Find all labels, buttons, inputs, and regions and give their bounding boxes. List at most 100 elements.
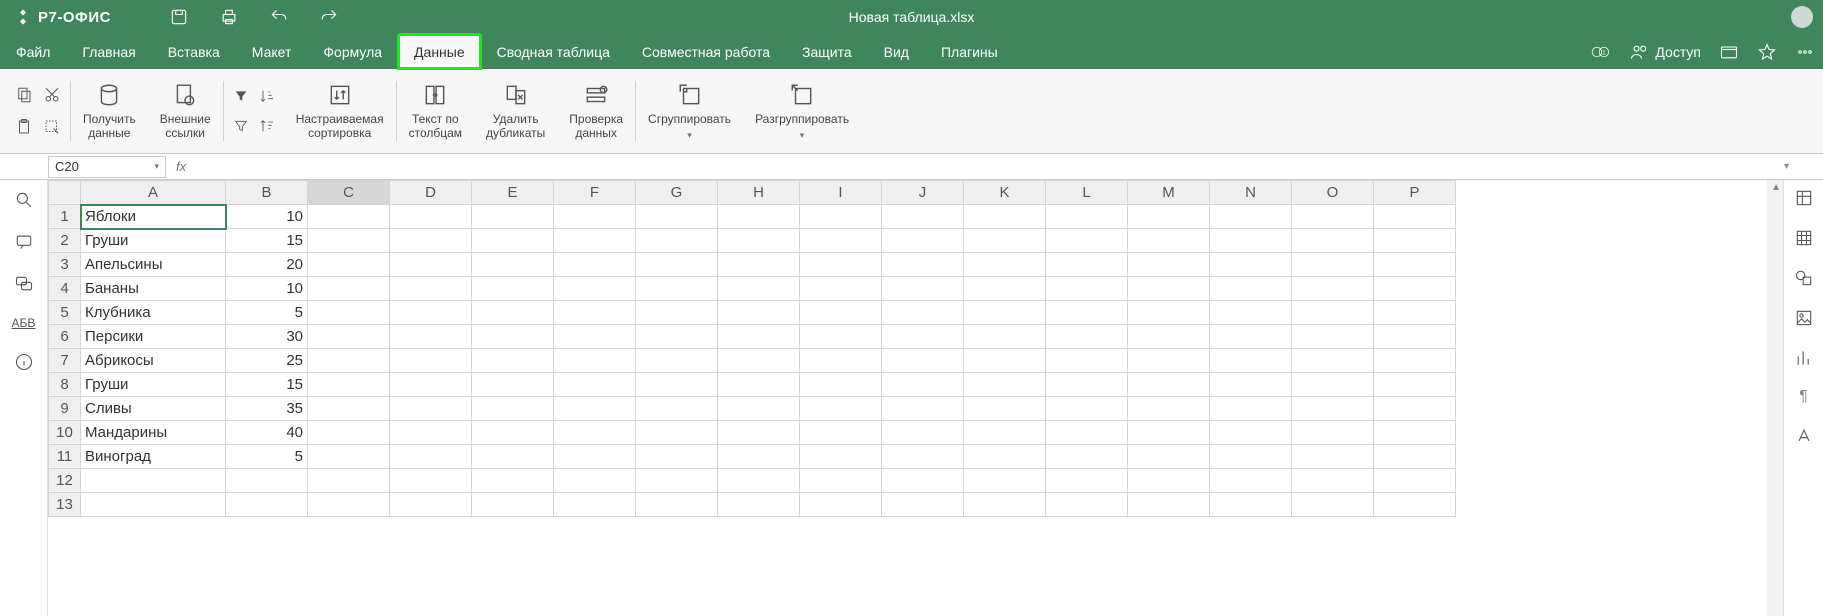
- cell-M2[interactable]: [1128, 229, 1210, 253]
- cell-L12[interactable]: [1046, 469, 1128, 493]
- cell-E4[interactable]: [472, 277, 554, 301]
- cell-A13[interactable]: [81, 493, 226, 517]
- cell-B10[interactable]: 40: [226, 421, 308, 445]
- row-header-1[interactable]: 1: [49, 205, 81, 229]
- cell-N2[interactable]: [1210, 229, 1292, 253]
- data-validation-button[interactable]: Проверка данных: [557, 69, 635, 153]
- cell-F11[interactable]: [554, 445, 636, 469]
- cell-P6[interactable]: [1374, 325, 1456, 349]
- cell-P8[interactable]: [1374, 373, 1456, 397]
- cell-E13[interactable]: [472, 493, 554, 517]
- cell-L9[interactable]: [1046, 397, 1128, 421]
- cut-icon[interactable]: [42, 86, 62, 104]
- cell-C1[interactable]: [308, 205, 390, 229]
- cell-D6[interactable]: [390, 325, 472, 349]
- cell-D10[interactable]: [390, 421, 472, 445]
- cell-E9[interactable]: [472, 397, 554, 421]
- cell-C10[interactable]: [308, 421, 390, 445]
- vertical-scrollbar[interactable]: [1767, 180, 1783, 616]
- cell-N6[interactable]: [1210, 325, 1292, 349]
- notification-badge-icon[interactable]: 1: [1591, 42, 1611, 62]
- cell-C4[interactable]: [308, 277, 390, 301]
- cell-M5[interactable]: [1128, 301, 1210, 325]
- cell-G4[interactable]: [636, 277, 718, 301]
- menu-файл[interactable]: Файл: [0, 34, 66, 69]
- cell-O3[interactable]: [1292, 253, 1374, 277]
- cell-K8[interactable]: [964, 373, 1046, 397]
- cell-L3[interactable]: [1046, 253, 1128, 277]
- cell-I10[interactable]: [800, 421, 882, 445]
- cell-F9[interactable]: [554, 397, 636, 421]
- menu-вид[interactable]: Вид: [868, 34, 925, 69]
- cell-I2[interactable]: [800, 229, 882, 253]
- select-icon[interactable]: [42, 118, 62, 136]
- cell-I6[interactable]: [800, 325, 882, 349]
- cell-I8[interactable]: [800, 373, 882, 397]
- cell-I5[interactable]: [800, 301, 882, 325]
- col-header-G[interactable]: G: [636, 181, 718, 205]
- row-header-6[interactable]: 6: [49, 325, 81, 349]
- cell-I4[interactable]: [800, 277, 882, 301]
- menu-плагины[interactable]: Плагины: [925, 34, 1014, 69]
- custom-sort-button[interactable]: Настраиваемая сортировка: [284, 69, 396, 153]
- col-header-E[interactable]: E: [472, 181, 554, 205]
- col-header-F[interactable]: F: [554, 181, 636, 205]
- expand-formula-bar-icon[interactable]: ▾: [1784, 161, 1789, 172]
- cell-J6[interactable]: [882, 325, 964, 349]
- user-avatar[interactable]: [1791, 6, 1813, 28]
- menu-данные[interactable]: Данные: [398, 34, 481, 69]
- cell-E8[interactable]: [472, 373, 554, 397]
- cell-A10[interactable]: Мандарины: [81, 421, 226, 445]
- sort-asc-icon[interactable]: [258, 88, 276, 104]
- cell-I12[interactable]: [800, 469, 882, 493]
- cell-H11[interactable]: [718, 445, 800, 469]
- cell-H2[interactable]: [718, 229, 800, 253]
- cell-E1[interactable]: [472, 205, 554, 229]
- cell-L5[interactable]: [1046, 301, 1128, 325]
- menu-совместная работа[interactable]: Совместная работа: [626, 34, 786, 69]
- cell-J12[interactable]: [882, 469, 964, 493]
- cell-K1[interactable]: [964, 205, 1046, 229]
- menu-макет[interactable]: Макет: [236, 34, 308, 69]
- cell-O6[interactable]: [1292, 325, 1374, 349]
- paragraph-icon[interactable]: ¶: [1799, 388, 1808, 406]
- cell-F7[interactable]: [554, 349, 636, 373]
- cell-L7[interactable]: [1046, 349, 1128, 373]
- cell-I9[interactable]: [800, 397, 882, 421]
- cell-B13[interactable]: [226, 493, 308, 517]
- more-icon[interactable]: [1795, 42, 1815, 62]
- cell-H12[interactable]: [718, 469, 800, 493]
- cell-D7[interactable]: [390, 349, 472, 373]
- cell-F13[interactable]: [554, 493, 636, 517]
- cell-N5[interactable]: [1210, 301, 1292, 325]
- cell-J11[interactable]: [882, 445, 964, 469]
- get-data-button[interactable]: Получить данные: [71, 69, 148, 153]
- cell-L4[interactable]: [1046, 277, 1128, 301]
- cell-P9[interactable]: [1374, 397, 1456, 421]
- cell-E5[interactable]: [472, 301, 554, 325]
- table-settings-icon[interactable]: [1794, 228, 1814, 248]
- cell-J3[interactable]: [882, 253, 964, 277]
- cell-F8[interactable]: [554, 373, 636, 397]
- formula-input[interactable]: [196, 156, 1823, 178]
- cell-F6[interactable]: [554, 325, 636, 349]
- col-header-D[interactable]: D: [390, 181, 472, 205]
- cell-N13[interactable]: [1210, 493, 1292, 517]
- cell-F4[interactable]: [554, 277, 636, 301]
- cell-M3[interactable]: [1128, 253, 1210, 277]
- cell-K11[interactable]: [964, 445, 1046, 469]
- menu-защита[interactable]: Защита: [786, 34, 868, 69]
- cell-O9[interactable]: [1292, 397, 1374, 421]
- cell-N10[interactable]: [1210, 421, 1292, 445]
- cell-J13[interactable]: [882, 493, 964, 517]
- cell-K2[interactable]: [964, 229, 1046, 253]
- cell-H9[interactable]: [718, 397, 800, 421]
- cell-O2[interactable]: [1292, 229, 1374, 253]
- cell-G12[interactable]: [636, 469, 718, 493]
- row-header-3[interactable]: 3: [49, 253, 81, 277]
- cell-K10[interactable]: [964, 421, 1046, 445]
- cell-F5[interactable]: [554, 301, 636, 325]
- cell-C9[interactable]: [308, 397, 390, 421]
- fx-label[interactable]: fx: [176, 159, 186, 174]
- cell-H3[interactable]: [718, 253, 800, 277]
